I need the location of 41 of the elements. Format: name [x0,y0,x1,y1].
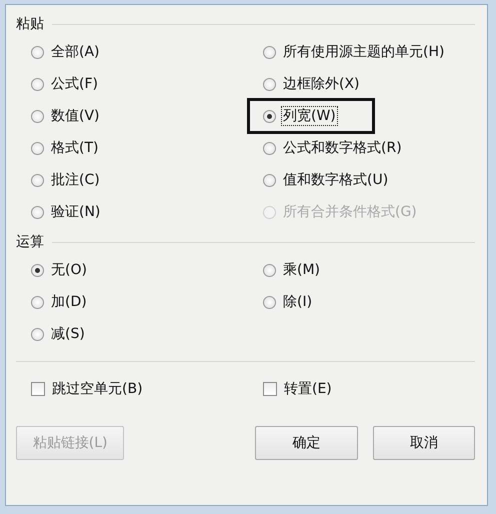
dialog-button[interactable]: 确定 [255,426,358,460]
radio-button[interactable] [263,110,276,122]
option-label: 乘(M) [282,261,322,279]
checkbox[interactable] [263,382,277,396]
radio-button[interactable] [263,142,276,154]
radio-button[interactable] [31,142,44,154]
checkbox[interactable] [31,382,45,396]
option-label: 格式(T) [50,139,100,157]
option-label: 所有使用源主题的单元(H) [282,43,446,61]
radio-button[interactable] [31,296,44,308]
radio-button[interactable] [31,328,44,340]
section-heading: 粘贴 [16,15,44,33]
radio-button[interactable] [31,46,44,58]
option-label: 列宽(W) [282,107,337,125]
radio-button[interactable] [263,46,276,58]
option-label: 数值(V) [50,107,101,125]
radio-button[interactable] [31,264,44,276]
checkbox-label: 跳过空单元(B) [51,380,144,398]
radio-button[interactable] [263,78,276,90]
option-label: 减(S) [50,325,86,343]
option-label: 批注(C) [50,171,101,189]
option-label: 公式和数字格式(R) [282,139,403,157]
option-label: 验证(N) [50,203,102,221]
option-label: 值和数字格式(U) [282,171,390,189]
checkbox-label: 转置(E) [283,380,333,398]
option-label: 无(O) [50,261,88,279]
section-heading: 运算 [16,233,44,251]
option-label: 所有合并条件格式(G) [282,203,418,221]
option-label: 公式(F) [50,75,99,93]
radio-button[interactable] [263,174,276,186]
option-label: 除(I) [282,293,314,311]
radio-button[interactable] [263,264,276,276]
radio-button[interactable] [263,296,276,308]
radio-button[interactable] [31,206,44,218]
radio-button[interactable] [31,174,44,186]
radio-button[interactable] [31,78,44,90]
option-label: 全部(A) [50,43,101,61]
option-label: 边框除外(X) [282,75,361,93]
dialog-button[interactable]: 取消 [372,426,475,460]
option-label: 加(D) [50,293,88,311]
radio-button[interactable] [31,110,44,122]
